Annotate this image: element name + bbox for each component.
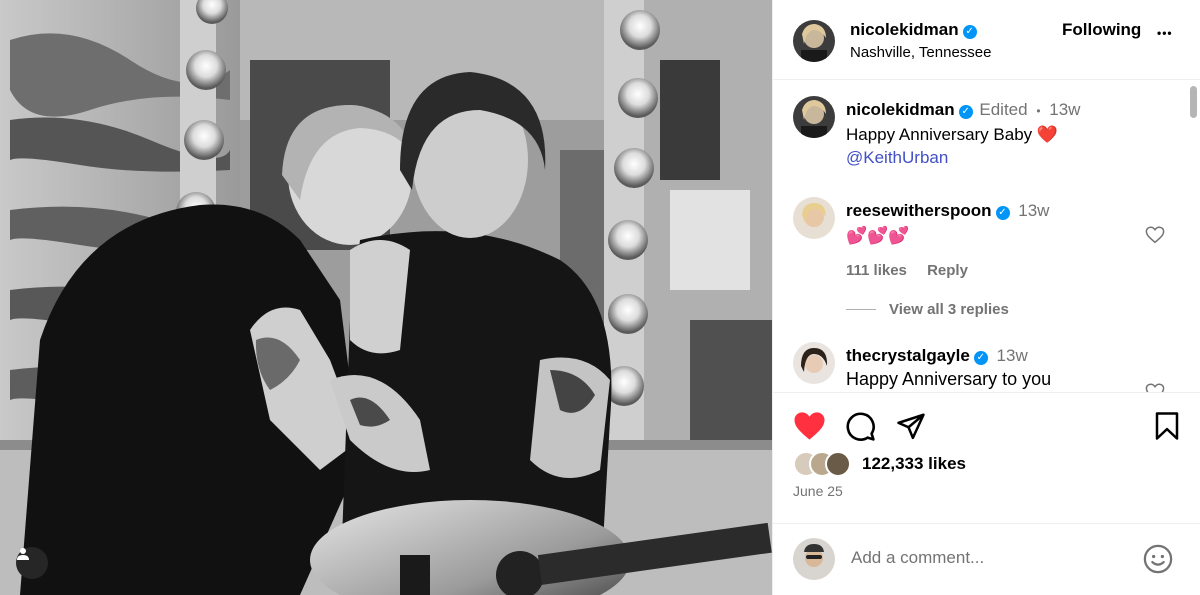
comment-username[interactable]: thecrystalgayle [846, 346, 970, 365]
comments-scrollbar[interactable] [1190, 86, 1197, 118]
post-location[interactable]: Nashville, Tennessee [850, 44, 991, 61]
caption-username[interactable]: nicolekidman [846, 100, 955, 119]
post-photo[interactable] [0, 0, 772, 595]
liker-avatar[interactable] [825, 451, 851, 477]
replies-divider [846, 309, 876, 310]
edited-label: Edited [979, 100, 1028, 119]
author-avatar[interactable] [793, 20, 835, 62]
comment-time[interactable]: 13w [1018, 201, 1049, 220]
comment-username[interactable]: reesewitherspoon [846, 201, 992, 220]
verified-icon: ✓ [962, 25, 977, 39]
comment-text: 💕💕💕 [846, 226, 910, 245]
add-comment-bar: Add a comment... [773, 523, 1200, 595]
caption-time[interactable]: 13w [1049, 100, 1080, 119]
comment-item: reesewitherspoon ✓ 13w 💕💕💕 111 likes Repl… [846, 199, 1049, 282]
author-block: nicolekidman ✓ Nashville, Tennessee [850, 20, 991, 61]
current-user-avatar[interactable] [793, 538, 835, 580]
comment-item: thecrystalgayle ✓ 13w Happy Anniversary t… [846, 344, 1051, 391]
post-actions: 122,333 likes June 25 [773, 392, 1200, 523]
more-icon[interactable]: ••• [1157, 26, 1173, 40]
author-username[interactable]: nicolekidman [850, 20, 959, 39]
share-icon[interactable] [896, 411, 926, 441]
view-replies-button[interactable]: View all 3 replies [889, 301, 1009, 318]
heart-icon[interactable] [1145, 383, 1165, 392]
post-side-panel: nicolekidman ✓ Nashville, Tennessee Follo… [772, 0, 1200, 595]
likes-count[interactable]: 122,333 likes [862, 454, 966, 474]
verified-icon: ✓ [958, 105, 973, 119]
comment-text: Happy Anniversary to you [846, 369, 1052, 389]
add-comment-input[interactable]: Add a comment... [851, 548, 984, 568]
comment-avatar[interactable] [793, 342, 835, 384]
comment-likes[interactable]: 111 likes [846, 262, 907, 279]
bookmark-icon[interactable] [1154, 411, 1180, 441]
caption: nicolekidman ✓ Edited • 13w Happy Anniver… [846, 98, 1166, 169]
reply-button[interactable]: Reply [927, 262, 968, 279]
separator-dot: • [1036, 104, 1041, 118]
heart-emoji: ❤️ [1036, 125, 1059, 144]
emoji-icon[interactable] [1143, 544, 1173, 574]
photo-image [0, 0, 772, 595]
heart-icon[interactable] [1145, 226, 1165, 244]
verified-icon: ✓ [995, 206, 1010, 220]
following-button[interactable]: Following [1062, 20, 1141, 40]
tagged-users-button[interactable] [16, 547, 48, 579]
verified-icon: ✓ [973, 351, 988, 365]
comment-avatar[interactable] [793, 197, 835, 239]
comment-icon[interactable] [845, 411, 876, 442]
post-header: nicolekidman ✓ Nashville, Tennessee Follo… [773, 0, 1200, 80]
heart-icon[interactable] [793, 411, 826, 441]
post-date[interactable]: June 25 [793, 483, 843, 499]
mention-link[interactable]: @KeithUrban [846, 146, 1166, 169]
comments-list[interactable]: nicolekidman ✓ Edited • 13w Happy Anniver… [773, 80, 1200, 392]
caption-avatar[interactable] [793, 96, 835, 138]
comment-time[interactable]: 13w [997, 346, 1028, 365]
user-tag-icon [17, 548, 29, 560]
caption-text: Happy Anniversary Baby [846, 125, 1033, 144]
